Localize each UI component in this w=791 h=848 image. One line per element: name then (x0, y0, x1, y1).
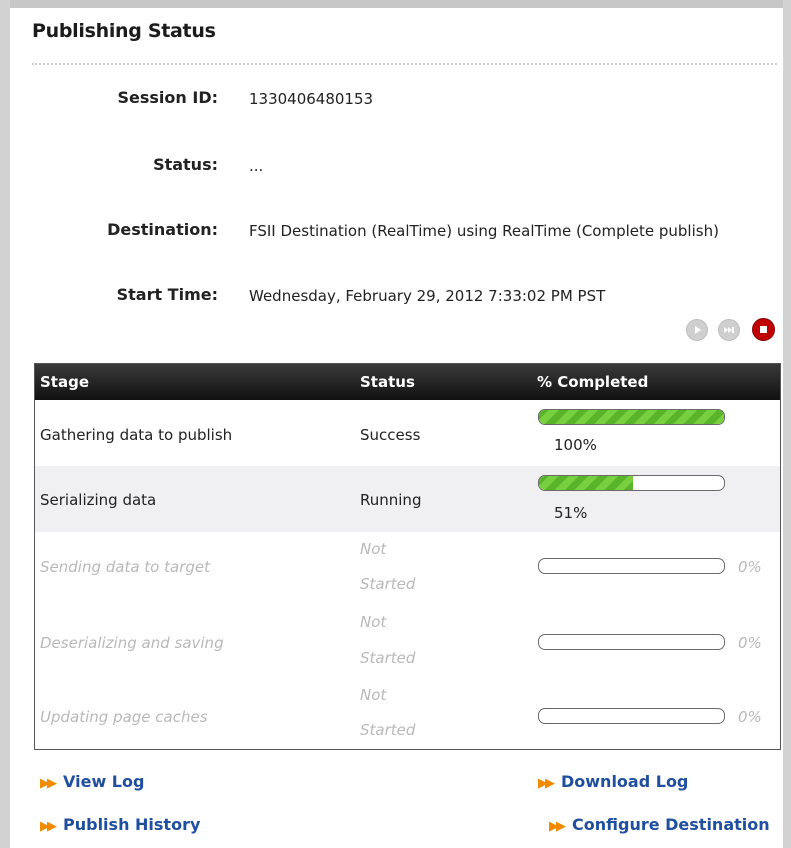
session-id-label: Session ID: (117, 88, 219, 107)
destination-value: FSII Destination (RealTime) using RealTi… (249, 222, 719, 240)
skip-button[interactable] (718, 319, 740, 341)
configure-destination-label: Configure Destination (572, 815, 770, 834)
page-title: Publishing Status (32, 20, 216, 42)
table-row: Gathering data to publish Success 100% (35, 400, 780, 466)
download-log-link[interactable]: ▶▶ Download Log (538, 772, 688, 791)
panel-left-border (0, 0, 10, 848)
stage-name: Updating page caches (40, 708, 208, 726)
progress-percent: 0% (738, 708, 762, 726)
stage-status: Success (360, 426, 421, 444)
view-log-label: View Log (63, 772, 145, 791)
panel-top-border (0, 0, 791, 8)
stage-status-line1: Not (360, 613, 387, 631)
table-row: Deserializing and saving Not Started 0% (35, 609, 780, 686)
progress-bar (538, 708, 725, 724)
progress-fill (539, 476, 634, 490)
double-arrow-icon: ▶▶ (40, 819, 57, 834)
view-log-link[interactable]: ▶▶ View Log (40, 772, 144, 791)
table-row: Serializing data Running 51% (35, 466, 780, 532)
stage-status-line2: Started (360, 649, 416, 667)
stages-table: Stage Status % Completed Gathering data … (34, 363, 781, 750)
progress-bar (538, 409, 725, 425)
stage-status-line2: Started (360, 575, 416, 593)
play-icon (695, 326, 701, 334)
start-time-label: Start Time: (116, 285, 218, 304)
panel-right-border (783, 0, 791, 848)
progress-percent: 100% (554, 436, 597, 454)
play-button[interactable] (686, 319, 708, 341)
session-id-value: 1330406480153 (249, 90, 374, 108)
status-label: Status: (153, 155, 218, 174)
double-arrow-icon: ▶▶ (538, 776, 555, 791)
stage-status-line2: Started (360, 721, 416, 739)
stage-name: Gathering data to publish (40, 426, 233, 444)
progress-bar (538, 558, 725, 574)
progress-percent: 0% (738, 558, 762, 576)
header-stage: Stage (40, 373, 90, 391)
stage-status-line1: Not (360, 540, 387, 558)
progress-percent: 0% (738, 634, 762, 652)
table-header: Stage Status % Completed (35, 364, 780, 400)
destination-label: Destination: (107, 220, 218, 239)
double-arrow-icon: ▶▶ (40, 776, 57, 791)
double-arrow-icon: ▶▶ (549, 819, 566, 834)
stage-name: Sending data to target (40, 558, 210, 576)
stage-status: Running (360, 491, 422, 509)
stage-status-line1: Not (360, 686, 387, 704)
progress-bar (538, 475, 725, 491)
header-completed: % Completed (537, 373, 649, 391)
table-row: Sending data to target Not Started 0% (35, 532, 780, 609)
publish-history-link[interactable]: ▶▶ Publish History (40, 815, 200, 834)
configure-destination-link[interactable]: ▶▶ Configure Destination (549, 815, 770, 834)
download-log-label: Download Log (561, 772, 689, 791)
stage-name: Serializing data (40, 491, 157, 509)
stop-icon (760, 326, 767, 333)
publish-history-label: Publish History (63, 815, 201, 834)
title-divider (32, 63, 777, 65)
stop-button[interactable] (752, 318, 775, 341)
start-time-value: Wednesday, February 29, 2012 7:33:02 PM … (249, 287, 606, 305)
header-status: Status (360, 373, 415, 391)
progress-bar (538, 634, 725, 650)
progress-fill (539, 410, 724, 424)
table-row: Updating page caches Not Started 0% (35, 684, 780, 748)
progress-percent: 51% (554, 504, 588, 522)
stage-name: Deserializing and saving (40, 634, 224, 652)
status-value: ... (249, 157, 264, 175)
skip-icon (724, 327, 734, 333)
